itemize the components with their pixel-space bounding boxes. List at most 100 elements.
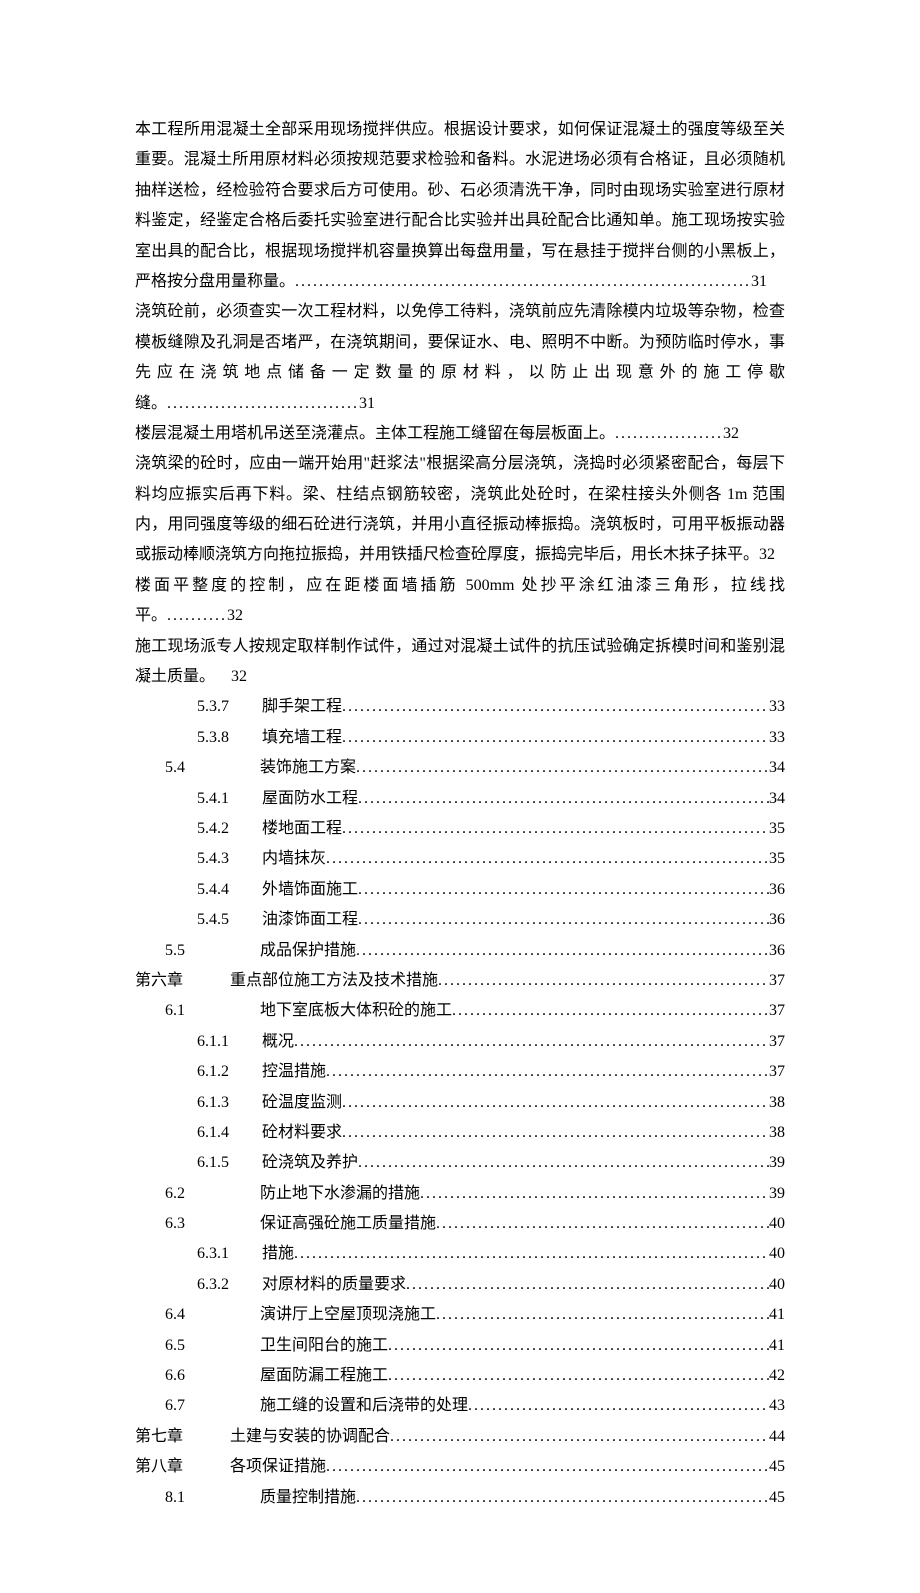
toc-number: 6.4 bbox=[165, 1300, 260, 1330]
toc-number: 6.2 bbox=[165, 1179, 260, 1209]
toc-title: 砼浇筑及养护 bbox=[262, 1148, 358, 1178]
toc-page: 44 bbox=[769, 1422, 785, 1452]
table-of-contents: 5.3.7脚手架工程335.3.8填充墙工程335.4装饰施工方案345.4.1… bbox=[135, 692, 785, 1513]
toc-entry: 5.5成品保护措施36 bbox=[135, 936, 785, 966]
dot-leader bbox=[294, 1239, 769, 1269]
dot-leader bbox=[358, 784, 769, 814]
toc-number: 6.1.2 bbox=[197, 1057, 262, 1087]
toc-page: 40 bbox=[769, 1239, 785, 1269]
toc-number: 5.4.1 bbox=[197, 784, 262, 814]
dot-leader bbox=[356, 936, 769, 966]
dot-leader bbox=[342, 723, 769, 753]
toc-page: 41 bbox=[769, 1300, 785, 1330]
toc-title: 填充墙工程 bbox=[262, 723, 342, 753]
toc-entry: 6.6屋面防漏工程施工42 bbox=[135, 1361, 785, 1391]
toc-entry: 5.3.8填充墙工程 33 bbox=[135, 723, 785, 753]
paragraph-text: 浇筑梁的砼时，应由一端开始用"赶浆法"根据梁高分层浇筑，浇捣时必须紧密配合，每层… bbox=[135, 455, 785, 563]
dot-leader bbox=[326, 1452, 769, 1482]
toc-title: 对原材料的质量要求 bbox=[262, 1270, 406, 1300]
toc-title: 概况 bbox=[262, 1027, 294, 1057]
body-paragraph: 楼层混凝土用塔机吊送至浇灌点。主体工程施工缝留在每层板面上。..........… bbox=[135, 419, 785, 449]
toc-title: 施工缝的设置和后浇带的处理 bbox=[260, 1391, 468, 1421]
toc-page: 43 bbox=[769, 1391, 785, 1421]
toc-page: 41 bbox=[769, 1331, 785, 1361]
toc-page: 34 bbox=[769, 753, 785, 783]
toc-page: 33 bbox=[769, 692, 785, 722]
toc-number: 6.1.5 bbox=[197, 1148, 262, 1178]
toc-title: 脚手架工程 bbox=[262, 692, 342, 722]
toc-title: 砼材料要求 bbox=[262, 1118, 342, 1148]
dot-leader bbox=[342, 1118, 769, 1148]
toc-page: 35 bbox=[769, 844, 785, 874]
toc-number: 5.3.8 bbox=[197, 723, 262, 753]
toc-page: 45 bbox=[769, 1452, 785, 1482]
paragraph-text: 楼层混凝土用塔机吊送至浇灌点。主体工程施工缝留在每层板面上。 bbox=[135, 425, 615, 442]
dot-leader: .......... bbox=[167, 607, 227, 624]
toc-number: 第八章 bbox=[135, 1452, 230, 1482]
dot-leader bbox=[326, 1057, 769, 1087]
dot-leader bbox=[294, 1027, 769, 1057]
toc-title: 内墙抹灰 bbox=[262, 844, 326, 874]
toc-title: 屋面防漏工程施工 bbox=[260, 1361, 388, 1391]
dot-leader bbox=[358, 1148, 769, 1178]
dot-leader bbox=[406, 1270, 769, 1300]
dot-leader bbox=[358, 875, 769, 905]
toc-title: 演讲厅上空屋顶现浇施工 bbox=[260, 1300, 436, 1330]
dot-leader bbox=[436, 1300, 769, 1330]
toc-number: 6.1 bbox=[165, 996, 260, 1026]
toc-number: 第六章 bbox=[135, 966, 230, 996]
toc-number: 第七章 bbox=[135, 1422, 230, 1452]
toc-number: 6.5 bbox=[165, 1331, 260, 1361]
dot-leader bbox=[438, 966, 769, 996]
dot-leader bbox=[342, 814, 769, 844]
toc-page: 38 bbox=[769, 1088, 785, 1118]
toc-entry: 6.1.3砼温度监测38 bbox=[135, 1088, 785, 1118]
toc-title: 油漆饰面工程 bbox=[262, 905, 358, 935]
body-paragraph: 楼面平整度的控制，应在距楼面墙插筋 500mm 处抄平涂红油漆三角形，拉线找平。… bbox=[135, 571, 785, 632]
paragraph-page: 32 bbox=[759, 546, 775, 563]
toc-title: 地下室底板大体积砼的施工 bbox=[260, 996, 452, 1026]
toc-title: 屋面防水工程 bbox=[262, 784, 358, 814]
toc-page: 39 bbox=[769, 1148, 785, 1178]
body-paragraph: 施工现场派专人按规定取样制作试件，通过对混凝土试件的抗压试验确定拆模时间和鉴别混… bbox=[135, 632, 785, 693]
toc-page: 37 bbox=[769, 1057, 785, 1087]
toc-page: 33 bbox=[769, 723, 785, 753]
dot-leader bbox=[390, 1422, 769, 1452]
toc-number: 5.4.3 bbox=[197, 844, 262, 874]
toc-page: 36 bbox=[769, 905, 785, 935]
toc-entry: 6.1.4砼材料要求38 bbox=[135, 1118, 785, 1148]
toc-entry: 5.3.7脚手架工程33 bbox=[135, 692, 785, 722]
toc-title: 楼地面工程 bbox=[262, 814, 342, 844]
toc-number: 6.3.2 bbox=[197, 1270, 262, 1300]
paragraph-page: 31 bbox=[359, 395, 375, 412]
body-paragraph: 浇筑砼前，必须查实一次工程材料，以免停工待料，浇筑前应先清除模内垃圾等杂物，检查… bbox=[135, 297, 785, 419]
body-paragraph: 本工程所用混凝土全部采用现场搅拌供应。根据设计要求，如何保证混凝土的强度等级至关… bbox=[135, 115, 785, 297]
dot-leader bbox=[420, 1179, 769, 1209]
dot-leader bbox=[358, 905, 769, 935]
toc-entry: 5.4.1屋面防水工程34 bbox=[135, 784, 785, 814]
toc-entry: 5.4装饰施工方案34 bbox=[135, 753, 785, 783]
toc-page: 37 bbox=[769, 966, 785, 996]
paragraph-page: 32 bbox=[227, 607, 243, 624]
toc-entry: 6.2防止地下水渗漏的措施39 bbox=[135, 1179, 785, 1209]
toc-entry: 5.4.2楼地面工程35 bbox=[135, 814, 785, 844]
toc-title: 各项保证措施 bbox=[230, 1452, 326, 1482]
toc-page: 36 bbox=[769, 875, 785, 905]
toc-entry: 5.4.3内墙抹灰 35 bbox=[135, 844, 785, 874]
dot-leader: ........................................… bbox=[295, 273, 751, 290]
toc-entry: 第七章土建与安装的协调配合44 bbox=[135, 1422, 785, 1452]
dot-leader bbox=[468, 1391, 769, 1421]
toc-page: 42 bbox=[769, 1361, 785, 1391]
dot-leader: .................. bbox=[615, 425, 723, 442]
toc-page: 38 bbox=[769, 1118, 785, 1148]
toc-number: 6.7 bbox=[165, 1391, 260, 1421]
body-paragraph: 浇筑梁的砼时，应由一端开始用"赶浆法"根据梁高分层浇筑，浇捣时必须紧密配合，每层… bbox=[135, 449, 785, 571]
toc-title: 重点部位施工方法及技术措施 bbox=[230, 966, 438, 996]
toc-number: 6.3.1 bbox=[197, 1239, 262, 1269]
toc-title: 防止地下水渗漏的措施 bbox=[260, 1179, 420, 1209]
toc-title: 卫生间阳台的施工 bbox=[260, 1331, 388, 1361]
dot-leader bbox=[342, 1088, 769, 1118]
toc-entry: 6.7施工缝的设置和后浇带的处理 43 bbox=[135, 1391, 785, 1421]
toc-number: 5.5 bbox=[165, 936, 260, 966]
toc-page: 37 bbox=[769, 996, 785, 1026]
